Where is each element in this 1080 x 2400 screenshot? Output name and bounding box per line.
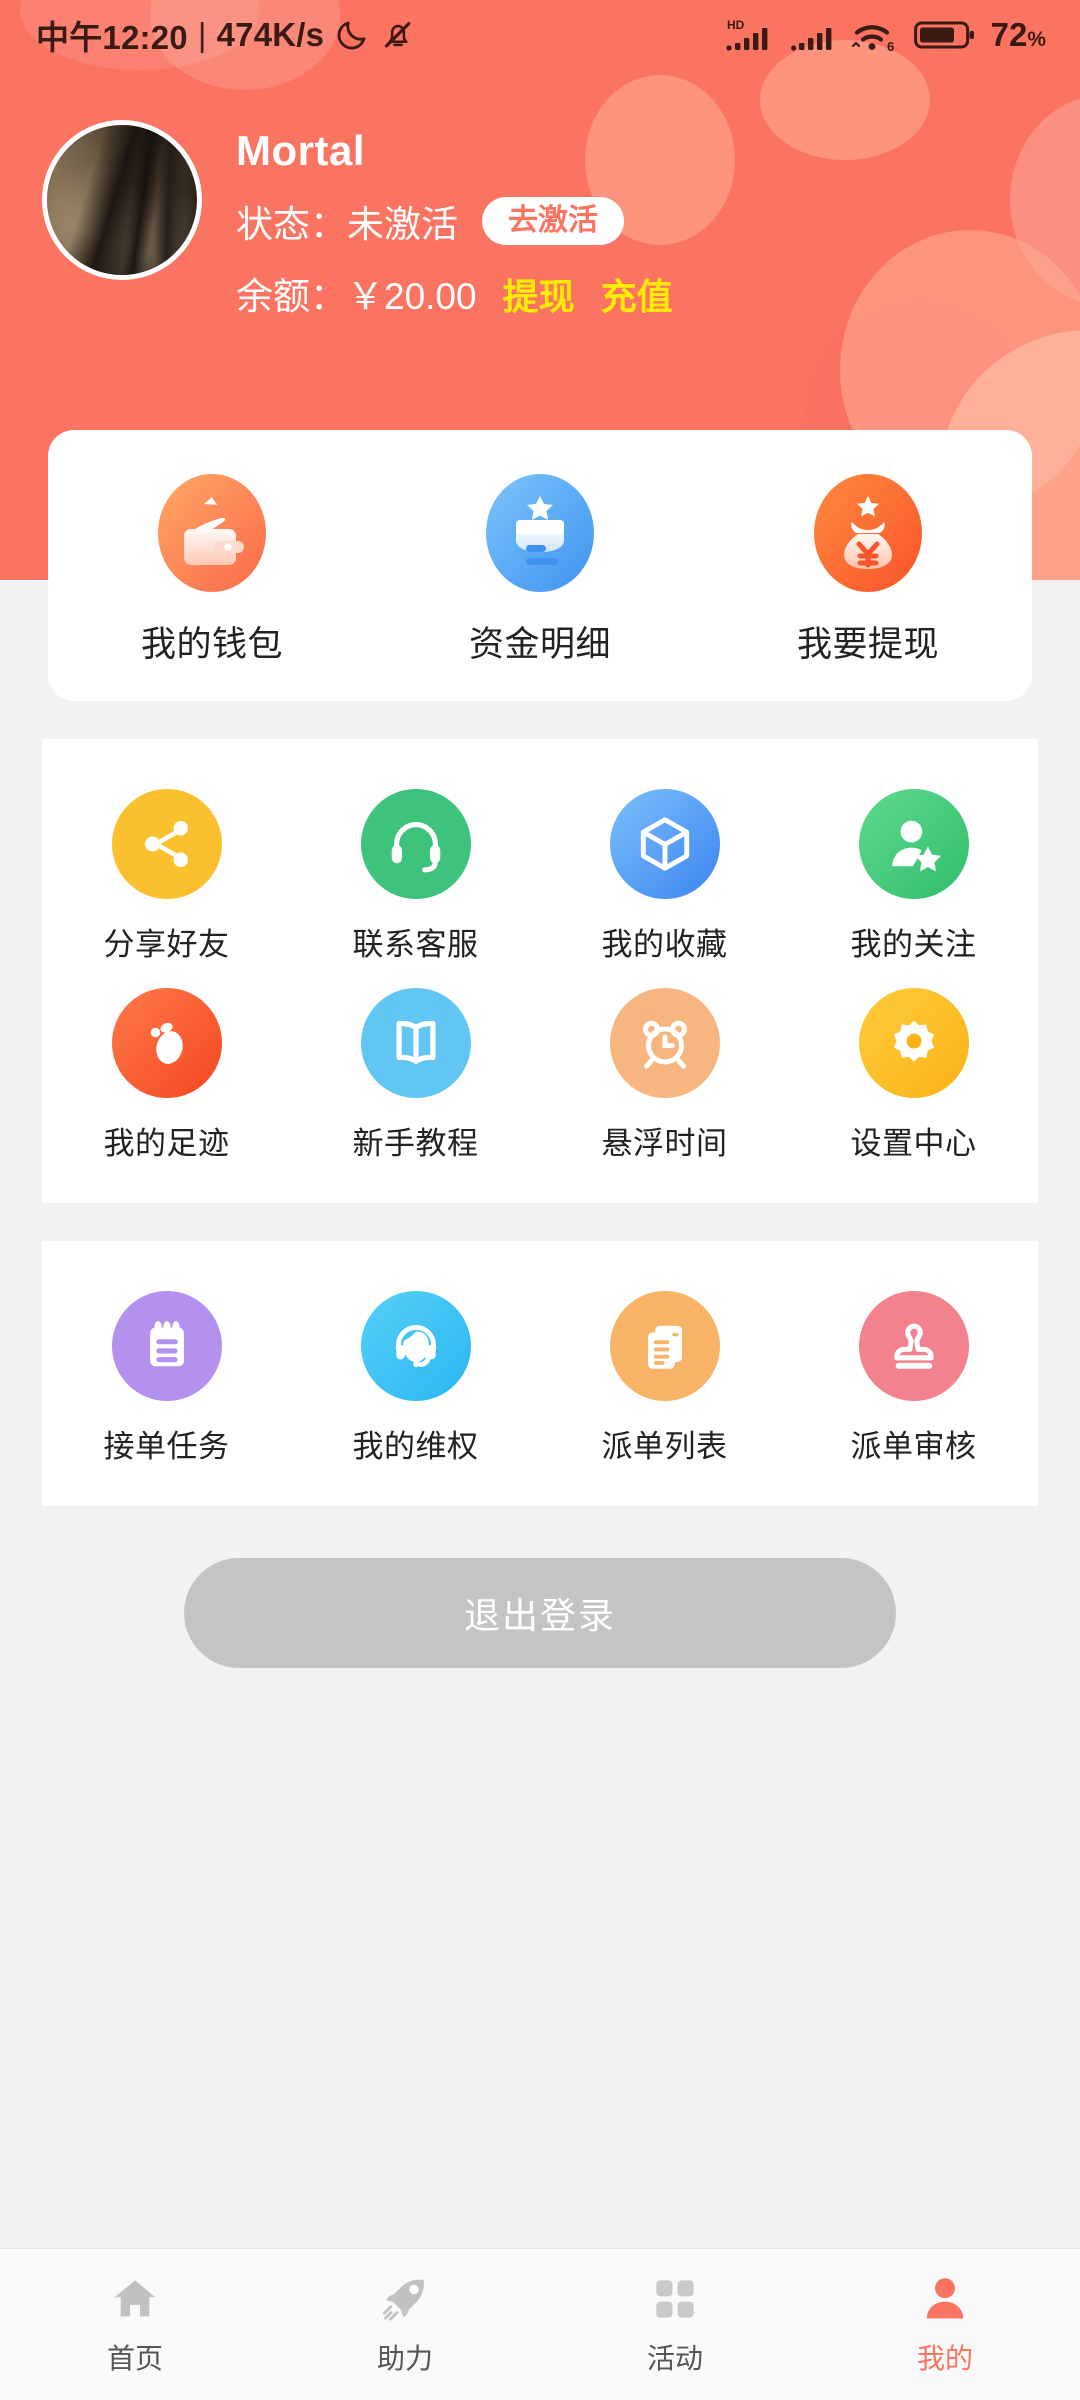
svg-text:HD: HD	[727, 18, 745, 32]
service-item-share-friends[interactable]: 分享好友	[42, 775, 291, 974]
alarm-clock-icon	[609, 988, 720, 1098]
grid-icon	[656, 2279, 694, 2318]
moon-icon	[337, 21, 366, 50]
service-item-label: 我的收藏	[601, 927, 728, 962]
cube-icon	[609, 789, 720, 899]
cellular-signal-icon	[790, 28, 831, 51]
bottom-navigation: 首页 助力 活动 我的	[0, 2248, 1080, 2400]
wallet-item-withdraw[interactable]: 我要提现	[704, 466, 1032, 671]
service-item-beginner-tutorial[interactable]: 新手教程	[291, 974, 540, 1173]
balance-row: 余额：￥20.00 提现 充值	[236, 266, 673, 320]
account-status-label: 状态：未激活	[236, 204, 458, 246]
network-speed: 474K/s	[216, 16, 325, 53]
notepad-icon	[111, 1291, 222, 1401]
order-item-accept-tasks[interactable]: 接单任务	[42, 1277, 291, 1476]
headset-icon	[360, 789, 471, 899]
order-item-label: 派单审核	[850, 1429, 977, 1464]
wifi-6-icon: 6	[851, 25, 894, 54]
orders-card: 接单任务 我的维权 派单列表 派单审核	[42, 1241, 1038, 1506]
svg-text:6: 6	[887, 39, 894, 54]
home-icon	[114, 2279, 156, 2316]
book-icon	[360, 988, 471, 1098]
order-item-dispatch-list[interactable]: 派单列表	[540, 1277, 789, 1476]
profile-section: Mortal 状态：未激活 去激活 余额：￥20.00 提现 充值	[0, 70, 1080, 320]
battery-icon	[913, 21, 974, 49]
wallet-item-fund-details[interactable]: 资金明细	[376, 466, 704, 671]
service-item-label: 悬浮时间	[601, 1126, 728, 1161]
recharge-link[interactable]: 充值	[601, 268, 673, 320]
avatar[interactable]	[42, 120, 202, 280]
wallet-item-label: 我的钱包	[140, 625, 283, 664]
wallet-item-label: 资金明细	[468, 625, 611, 664]
service-item-floating-time[interactable]: 悬浮时间	[540, 974, 789, 1173]
order-item-my-rights[interactable]: 我的维权	[291, 1277, 540, 1476]
wallet-grid: 我的钱包 资金明细 我要提现	[48, 466, 1032, 671]
order-item-dispatch-review[interactable]: 派单审核	[789, 1277, 1038, 1476]
service-item-contact-support[interactable]: 联系客服	[291, 775, 540, 974]
username: Mortal	[236, 127, 365, 174]
status-bar-left: 中午12:20 | 474K/s	[36, 11, 416, 59]
nav-item-label: 助力	[376, 2342, 433, 2374]
share-icon	[111, 789, 222, 899]
money-bag-icon	[813, 474, 922, 592]
footprint-icon	[111, 988, 222, 1098]
service-item-label: 我的足迹	[103, 1126, 230, 1161]
service-item-my-favorites[interactable]: 我的收藏	[540, 775, 789, 974]
order-item-label: 派单列表	[601, 1429, 728, 1464]
support-agent-icon	[360, 1291, 471, 1401]
profile-info: Mortal 状态：未激活 去激活 余额：￥20.00 提现 充值	[236, 120, 673, 320]
service-item-label: 设置中心	[850, 1126, 977, 1161]
stamp-icon	[858, 1291, 969, 1401]
nav-item-activity[interactable]: 活动	[540, 2273, 810, 2377]
nav-item-boost[interactable]: 助力	[270, 2273, 540, 2377]
service-item-settings-center[interactable]: 设置中心	[789, 974, 1038, 1173]
withdraw-link[interactable]: 提现	[503, 268, 575, 320]
nav-item-label: 我的	[916, 2342, 973, 2374]
nav-item-profile[interactable]: 我的	[810, 2273, 1080, 2377]
person-icon	[926, 2277, 964, 2318]
nav-item-label: 活动	[646, 2342, 703, 2374]
service-item-my-footprints[interactable]: 我的足迹	[42, 974, 291, 1173]
status-clock: 中午12:20	[36, 19, 188, 56]
logout-section: 退出登录	[0, 1558, 1080, 1668]
cellular-signal-icon: HD	[725, 18, 767, 51]
battery-percentage: 72%	[990, 16, 1046, 53]
bell-muted-icon	[385, 22, 411, 48]
nav-item-label: 首页	[106, 2342, 163, 2374]
order-item-label: 接单任务	[103, 1429, 230, 1464]
status-row: 状态：未激活 去激活	[236, 194, 673, 248]
status-bar: 中午12:20 | 474K/s HD 6 72%	[0, 0, 1080, 70]
orders-grid: 接单任务 我的维权 派单列表 派单审核	[42, 1277, 1038, 1476]
nav-item-home[interactable]: 首页	[0, 2273, 270, 2377]
services-card: 分享好友 联系客服 我的收藏 我的关注 我的足迹 新手教程 悬浮时间 设置中心	[42, 739, 1038, 1203]
service-item-label: 分享好友	[103, 927, 230, 962]
fund-details-icon	[485, 474, 594, 592]
balance-label: 余额：￥20.00	[236, 276, 477, 318]
activate-button[interactable]: 去激活	[482, 197, 624, 246]
status-divider: |	[197, 16, 207, 53]
wallet-icon	[157, 474, 266, 592]
logout-button[interactable]: 退出登录	[184, 1558, 896, 1668]
app-screen: 中午12:20 | 474K/s HD 6 72% Mortal 状态：未激活 …	[0, 0, 1080, 2400]
gear-icon	[858, 988, 969, 1098]
wallet-item-label: 我要提现	[796, 625, 939, 664]
order-item-label: 我的维权	[352, 1429, 479, 1464]
person-star-icon	[858, 789, 969, 899]
service-item-label: 联系客服	[352, 927, 479, 962]
documents-icon	[609, 1291, 720, 1401]
status-bar-right: HD 6 72%	[725, 15, 1046, 55]
services-grid: 分享好友 联系客服 我的收藏 我的关注 我的足迹 新手教程 悬浮时间 设置中心	[42, 775, 1038, 1173]
rocket-icon	[383, 2279, 424, 2321]
wallet-item-my-wallet[interactable]: 我的钱包	[48, 466, 376, 671]
service-item-my-follows[interactable]: 我的关注	[789, 775, 1038, 974]
wallet-card: 我的钱包 资金明细 我要提现	[48, 430, 1032, 701]
service-item-label: 我的关注	[850, 927, 977, 962]
service-item-label: 新手教程	[352, 1126, 479, 1161]
